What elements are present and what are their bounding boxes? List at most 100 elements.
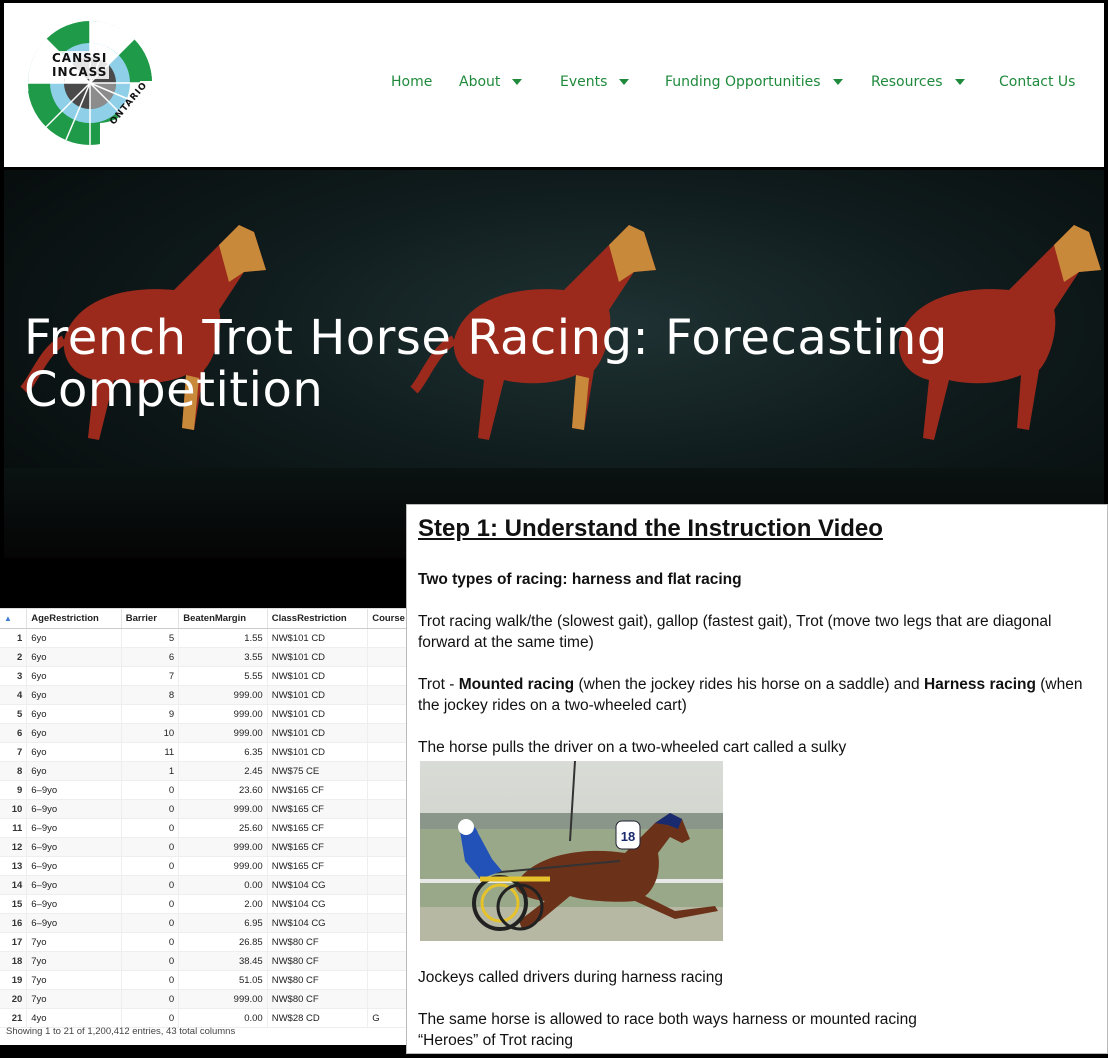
data-table-panel: ▲ AgeRestriction Barrier BeatenMargin Cl…	[0, 608, 410, 1045]
chevron-down-icon	[619, 79, 630, 85]
table-cell: 1.55	[178, 628, 268, 648]
table-row[interactable]: 2 6yo 6 3.55 NW$101 CD	[0, 647, 410, 667]
sort-asc-icon: ▲	[4, 614, 12, 623]
table-cell: 0.00	[178, 1008, 268, 1028]
table-row[interactable]: 1 6yo 5 1.55 NW$101 CD	[0, 628, 410, 648]
page: CANSSI INCASS ONTARIO Home About Events …	[0, 0, 1108, 1058]
table-row[interactable]: 3 6yo 7 5.55 NW$101 CD	[0, 666, 410, 686]
table-cell: 4yo	[26, 1008, 122, 1028]
table-cell: NW$101 CD	[267, 742, 369, 762]
table-row[interactable]: 12 6–9yo 0 999.00 NW$165 CF	[0, 837, 410, 857]
table-cell: 6–9yo	[26, 837, 122, 857]
table-cell: 9	[121, 704, 180, 724]
table-header-row: ▲ AgeRestriction Barrier BeatenMargin Cl…	[0, 609, 410, 629]
table-row[interactable]: 8 6yo 1 2.45 NW$75 CE	[0, 761, 410, 781]
table-cell	[367, 704, 410, 724]
column-header[interactable]: Course	[367, 609, 410, 629]
table-row[interactable]: 7 6yo 11 6.35 NW$101 CD	[0, 742, 410, 762]
column-header[interactable]: AgeRestriction	[26, 609, 122, 629]
table-cell	[367, 799, 410, 819]
doc-paragraph-racing-types: Trot - Mounted racing (when the jockey r…	[418, 674, 1088, 716]
doc-paragraph-same-horse: The same horse is allowed to race both w…	[418, 1011, 917, 1028]
table-cell: 999.00	[178, 704, 268, 724]
table-cell	[367, 628, 410, 648]
logo-graphic	[27, 20, 153, 145]
table-cell: 0	[121, 932, 180, 952]
table-cell	[367, 932, 410, 952]
hero-banner: French Trot Horse Racing: Forecasting Co…	[4, 170, 1104, 558]
table-cell: 6–9yo	[26, 875, 122, 895]
table-cell: 25.60	[178, 818, 268, 838]
table-cell: 6–9yo	[26, 780, 122, 800]
row-number-header[interactable]: ▲	[0, 609, 28, 629]
table-row[interactable]: 5 6yo 9 999.00 NW$101 CD	[0, 704, 410, 724]
row-number-cell: 18	[0, 951, 28, 971]
table-cell: NW$101 CD	[267, 704, 369, 724]
table-cell: NW$104 CG	[267, 875, 369, 895]
table-row[interactable]: 6 6yo 10 999.00 NW$101 CD	[0, 723, 410, 743]
table-cell: 7yo	[26, 932, 122, 952]
table-row[interactable]: 17 7yo 0 26.85 NW$80 CF	[0, 932, 410, 952]
table-row[interactable]: 21 4yo 0 0.00 NW$28 CD G	[0, 1008, 410, 1028]
column-header[interactable]: ClassRestriction	[267, 609, 369, 629]
table-cell: 5	[121, 628, 180, 648]
nav-resources[interactable]: Resources	[871, 74, 965, 90]
table-row[interactable]: 19 7yo 0 51.05 NW$80 CF	[0, 970, 410, 990]
table-row[interactable]: 18 7yo 0 38.45 NW$80 CF	[0, 951, 410, 971]
column-header[interactable]: BeatenMargin	[178, 609, 268, 629]
row-number-cell: 20	[0, 989, 28, 1009]
row-number-cell: 21	[0, 1008, 28, 1028]
chevron-down-icon	[832, 79, 843, 85]
table-cell: 0	[121, 856, 180, 876]
table-row[interactable]: 13 6–9yo 0 999.00 NW$165 CF	[0, 856, 410, 876]
bib-number: 18	[621, 829, 635, 844]
table-cell: 38.45	[178, 951, 268, 971]
doc-bold-mounted: Mounted racing	[458, 676, 575, 693]
table-row[interactable]: 16 6–9yo 0 6.95 NW$104 CG	[0, 913, 410, 933]
table-row[interactable]: 4 6yo 8 999.00 NW$101 CD	[0, 685, 410, 705]
table-cell	[367, 989, 410, 1009]
table-cell	[367, 742, 410, 762]
table-cell: 6–9yo	[26, 856, 122, 876]
table-cell: 10	[121, 723, 180, 743]
table-cell: 0	[121, 799, 180, 819]
nav-contact-us[interactable]: Contact Us	[999, 74, 1075, 90]
table-cell: 6	[121, 647, 180, 667]
table-row[interactable]: 11 6–9yo 0 25.60 NW$165 CF	[0, 818, 410, 838]
doc-paragraph-drivers: Jockeys called drivers during harness ra…	[418, 969, 723, 986]
table-cell: 0	[121, 894, 180, 914]
table-row[interactable]: 15 6–9yo 0 2.00 NW$104 CG	[0, 894, 410, 914]
site-logo[interactable]: CANSSI INCASS ONTARIO	[26, 17, 156, 149]
table-cell: 6–9yo	[26, 799, 122, 819]
table-row[interactable]: 10 6–9yo 0 999.00 NW$165 CF	[0, 799, 410, 819]
nav-funding-opportunities[interactable]: Funding Opportunities	[665, 74, 843, 90]
table-cell: 0	[121, 970, 180, 990]
row-number-cell: 6	[0, 723, 28, 743]
table-cell: 0	[121, 818, 180, 838]
row-number-cell: 7	[0, 742, 28, 762]
table-cell: 0	[121, 989, 180, 1009]
table-row[interactable]: 9 6–9yo 0 23.60 NW$165 CF	[0, 780, 410, 800]
table-cell: 6yo	[26, 704, 122, 724]
instruction-document: Step 1: Understand the Instruction Video…	[406, 504, 1108, 1054]
nav-home-label: Home	[391, 74, 433, 90]
nav-home[interactable]: Home	[391, 74, 432, 90]
row-number-cell: 19	[0, 970, 28, 990]
table-row[interactable]: 20 7yo 0 999.00 NW$80 CF	[0, 989, 410, 1009]
nav-funding-label: Funding Opportunities	[665, 74, 821, 90]
table-row[interactable]: 14 6–9yo 0 0.00 NW$104 CG	[0, 875, 410, 895]
nav-resources-label: Resources	[871, 74, 943, 90]
nav-events[interactable]: Events	[560, 74, 630, 90]
logo-line-2: INCASS	[52, 65, 108, 79]
table-cell: 0	[121, 1008, 180, 1028]
nav-about[interactable]: About	[459, 74, 523, 90]
nav-events-label: Events	[560, 74, 608, 90]
column-header[interactable]: Barrier	[121, 609, 180, 629]
table-cell: 3.55	[178, 647, 268, 667]
doc-subheading: Two types of racing: harness and flat ra…	[418, 571, 742, 588]
table-cell: 0	[121, 780, 180, 800]
table-cell	[367, 780, 410, 800]
table-cell	[367, 761, 410, 781]
doc-paragraph-heroes: “Heroes” of Trot racing	[418, 1032, 574, 1049]
table-cell	[367, 875, 410, 895]
